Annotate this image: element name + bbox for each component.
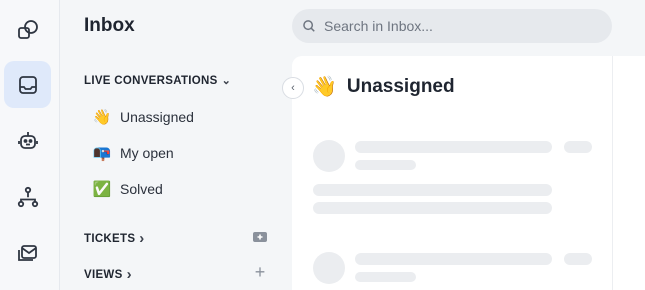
page-title-text: Unassigned: [346, 75, 455, 97]
section-views[interactable]: VIEWS ›: [84, 266, 132, 283]
page-title: 👋 Unassigned: [312, 74, 455, 99]
search-input[interactable]: [324, 18, 584, 34]
skeleton-line: [313, 184, 552, 196]
mailbox-icon: 📭: [92, 145, 112, 162]
ticket-plus-icon: [253, 232, 267, 242]
skeleton-line: [355, 160, 416, 170]
search-box[interactable]: [292, 9, 612, 43]
bot-icon: [17, 131, 38, 149]
rail-item-org[interactable]: [4, 173, 51, 220]
skeleton-line: [564, 141, 592, 153]
add-ticket-button[interactable]: [252, 229, 268, 245]
search-icon: [303, 20, 315, 32]
rail-item-inbox[interactable]: [4, 61, 51, 108]
section-label: TICKETS: [84, 232, 136, 245]
skeleton-line: [355, 272, 416, 282]
add-view-button[interactable]: +: [252, 261, 268, 282]
section-live-conversations[interactable]: LIVE CONVERSATIONS ⌄: [84, 74, 232, 88]
check-mark-icon: ✅: [92, 181, 112, 198]
sidebar-item-unassigned[interactable]: 👋 Unassigned: [92, 105, 194, 129]
sidebar-item-label: Solved: [120, 181, 163, 197]
conversation-list-panel: 👋 Unassigned: [292, 56, 612, 290]
plus-icon: +: [254, 261, 266, 282]
inbox-sidebar: Inbox LIVE CONVERSATIONS ⌄ 👋 Unassigned …: [61, 0, 292, 290]
chevron-right-icon: ›: [126, 266, 132, 283]
detail-panel: [612, 56, 645, 290]
mail-stack-icon: [17, 244, 37, 261]
app-rail: [0, 0, 60, 290]
sidebar-item-label: My open: [120, 145, 174, 161]
chevron-right-icon: ›: [139, 230, 145, 247]
section-label: VIEWS: [84, 268, 123, 281]
skeleton-avatar: [313, 140, 345, 172]
chevron-left-icon: ‹: [291, 82, 295, 94]
section-label: LIVE CONVERSATIONS: [84, 74, 218, 87]
chevron-down-icon: ⌄: [221, 75, 232, 87]
top-bar: [292, 0, 645, 56]
wave-icon: 👋: [92, 109, 112, 126]
rail-item-mail[interactable]: [4, 229, 51, 276]
sidebar-item-label: Unassigned: [120, 109, 194, 125]
sidebar-item-solved[interactable]: ✅ Solved: [92, 177, 163, 201]
org-chart-icon: [17, 186, 38, 207]
sidebar-item-my-open[interactable]: 📭 My open: [92, 141, 174, 165]
skeleton-avatar: [313, 252, 345, 284]
wave-icon: 👋: [312, 76, 337, 98]
rail-item-shapes[interactable]: [4, 6, 51, 53]
inbox-icon: [18, 75, 37, 94]
skeleton-line: [564, 253, 592, 265]
collapse-sidebar-button[interactable]: ‹: [282, 77, 304, 99]
section-tickets[interactable]: TICKETS ›: [84, 230, 145, 247]
skeleton-line: [355, 253, 552, 265]
rail-item-bot[interactable]: [4, 117, 51, 164]
skeleton-line: [313, 202, 552, 214]
shapes-icon: [17, 19, 38, 39]
skeleton-line: [355, 141, 552, 153]
sidebar-title: Inbox: [84, 15, 135, 36]
